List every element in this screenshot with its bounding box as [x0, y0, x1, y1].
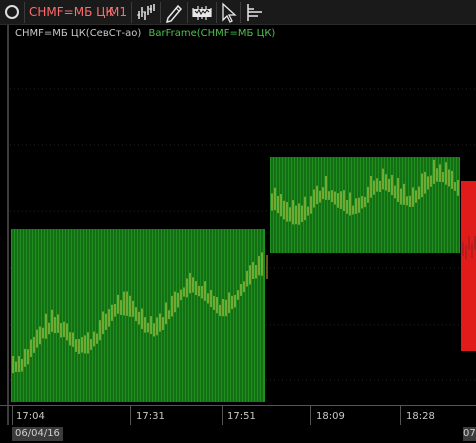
time-axis-tick [222, 406, 223, 426]
timeframe-selector[interactable]: M1 [109, 5, 127, 19]
legend-instrument-label: CHMF=МБ ЦК(СевСт-ао) [15, 28, 142, 39]
time-axis-tick [130, 406, 131, 426]
chart-canvas[interactable] [0, 25, 476, 428]
legend-indicator-label: BarFrame(CHMF=МБ ЦК) [148, 28, 276, 39]
pencil-icon[interactable] [162, 1, 186, 24]
bar-frame [461, 181, 476, 351]
chart-legend: CHMF=МБ ЦК(СевСт-ао) BarFrame(CHMF=МБ ЦК… [15, 28, 275, 39]
toolbar-separator [131, 2, 132, 23]
toolbar-separator [160, 2, 161, 23]
time-axis-label: 17:51 [227, 411, 256, 422]
time-axis-label: 18:09 [316, 411, 345, 422]
toolbar-separator [187, 2, 188, 23]
chart-style-icon[interactable] [135, 1, 159, 24]
time-axis-tick [12, 406, 13, 426]
time-axis-tick [310, 406, 311, 426]
toolbar-separator [24, 2, 25, 23]
toolbar-separator [240, 2, 241, 23]
instrument-symbol[interactable]: CHMF=МБ ЦК [29, 5, 114, 19]
chart-window: CHMF=МБ ЦК M1 CHMF=МБ ЦК(СевСт-ао) BarFr… [0, 0, 476, 443]
indicator-icon[interactable] [190, 1, 214, 24]
time-axis-label: 18:28 [406, 411, 435, 422]
chart-toolbar: CHMF=МБ ЦК M1 [0, 0, 476, 25]
level-icon[interactable] [242, 1, 266, 24]
date-label-next: 07 [463, 427, 476, 441]
time-axis-label: 17:04 [16, 411, 45, 422]
time-axis[interactable]: 17:04 17:31 17:51 18:09 18:28 [0, 405, 476, 426]
date-bar: 06/04/16 07 [0, 425, 476, 443]
time-axis-tick [400, 406, 401, 426]
cursor-icon[interactable] [217, 1, 241, 24]
date-label: 06/04/16 [12, 427, 63, 441]
price-chart[interactable]: CHMF=МБ ЦК(СевСт-ао) BarFrame(CHMF=МБ ЦК… [0, 25, 476, 428]
status-indicator-icon [5, 5, 19, 19]
time-axis-label: 17:31 [136, 411, 165, 422]
